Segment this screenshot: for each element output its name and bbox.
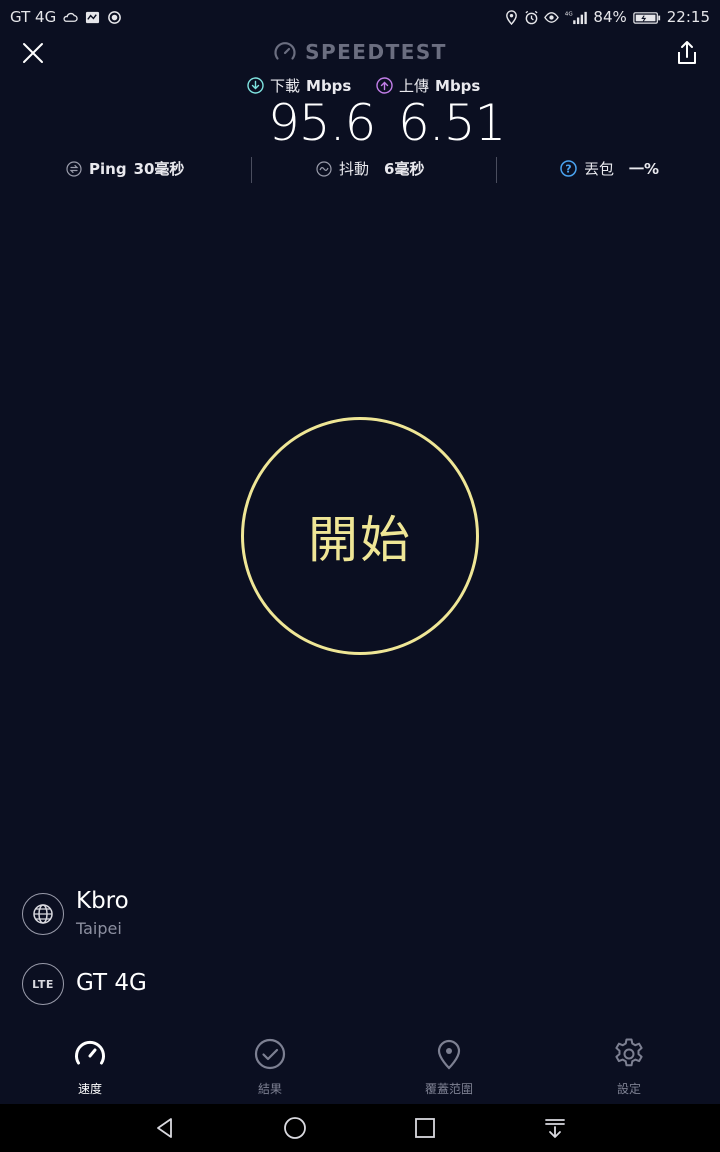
network-name: GT 4G — [76, 970, 147, 996]
upload-label: 上傳 — [399, 77, 430, 95]
share-icon — [678, 41, 696, 64]
provider-name[interactable]: Kbro — [76, 888, 129, 914]
tab-results[interactable]: 結果 — [210, 1036, 330, 1097]
upload-unit: Mbps — [435, 76, 481, 95]
ping-value: 30毫秒 — [133, 160, 185, 178]
tab-coverage-label: 覆蓋范圍 — [424, 1082, 473, 1096]
ping-stat: Ping 30毫秒 — [66, 158, 184, 179]
download-unit: Mbps — [306, 76, 352, 95]
download-arrow-icon — [247, 77, 264, 94]
home-circle-icon — [284, 1117, 306, 1139]
upload-label-group: 上傳 Mbps — [376, 75, 480, 96]
ping-label: Ping — [89, 159, 127, 178]
start-button[interactable]: 開始 — [241, 417, 479, 655]
start-label: 開始 — [308, 511, 412, 569]
download-label: 下載 — [270, 77, 301, 95]
jitter-stat: 抖動 6毫秒 — [316, 158, 424, 179]
ping-icon — [66, 160, 82, 177]
lte-icon: LTE — [32, 977, 54, 991]
gauge-icon — [274, 42, 296, 60]
tab-settings[interactable]: 設定 — [569, 1036, 689, 1097]
speedometer-icon — [75, 1041, 105, 1065]
system-navigation-bar — [0, 1104, 720, 1152]
download-label-group: 下載 Mbps — [247, 75, 351, 96]
eye-icon — [544, 11, 560, 23]
clock: 22:15 — [666, 8, 710, 26]
svg-text:?: ? — [565, 163, 571, 176]
check-circle-icon — [254, 1038, 286, 1070]
svg-text:4G: 4G — [565, 11, 573, 17]
globe-icon — [33, 904, 53, 924]
jitter-value: 6毫秒 — [384, 160, 425, 178]
provider-location: Taipei — [76, 919, 122, 938]
server-globe-button[interactable] — [22, 893, 64, 935]
back-button[interactable] — [145, 1112, 185, 1144]
divider — [251, 157, 252, 183]
tab-speed[interactable]: 速度 — [30, 1036, 150, 1097]
signal-icon: 4G — [565, 11, 588, 24]
help-icon[interactable]: ? — [560, 160, 577, 177]
jitter-label: 抖動 — [339, 160, 370, 178]
battery-percent: 84% — [593, 8, 627, 26]
carrier-label: GT 4G — [10, 8, 57, 26]
record-icon — [108, 10, 122, 24]
status-left: GT 4G — [10, 8, 122, 26]
packet-loss-label: 丟包 — [584, 160, 615, 178]
cloud-icon — [63, 12, 78, 22]
map-pin-icon — [437, 1039, 461, 1070]
speedtest-logo: SPEEDTEST — [0, 40, 720, 64]
gear-icon — [615, 1038, 643, 1067]
battery-icon — [633, 11, 660, 24]
divider — [496, 157, 497, 183]
notification-pull-button[interactable] — [535, 1112, 575, 1144]
tab-speed-label: 速度 — [77, 1082, 102, 1096]
jitter-icon — [316, 160, 332, 177]
upload-arrow-icon — [376, 77, 393, 94]
brand-text: SPEEDTEST — [305, 40, 447, 64]
tab-coverage[interactable]: 覆蓋范圍 — [389, 1036, 509, 1097]
packet-loss-stat[interactable]: ? 丟包 一% — [560, 158, 659, 179]
activity-icon — [86, 11, 100, 23]
status-bar: GT 4G 4G 84% 22:15 — [0, 0, 720, 34]
pull-down-icon — [545, 1119, 565, 1138]
location-icon — [506, 9, 518, 25]
upload-value: 6.51 — [398, 94, 506, 152]
tab-results-label: 結果 — [257, 1082, 282, 1096]
recents-button[interactable] — [405, 1112, 445, 1144]
status-right: 4G 84% 22:15 — [504, 8, 710, 26]
home-button[interactable] — [275, 1112, 315, 1144]
tab-settings-label: 設定 — [616, 1082, 641, 1096]
recents-square-icon — [415, 1118, 435, 1138]
share-button[interactable] — [672, 38, 702, 68]
back-triangle-icon — [157, 1118, 172, 1138]
packet-loss-value: 一% — [629, 160, 660, 178]
network-type-badge: LTE — [22, 963, 64, 1005]
alarm-icon — [525, 10, 538, 24]
download-value: 95.6 — [268, 94, 376, 152]
